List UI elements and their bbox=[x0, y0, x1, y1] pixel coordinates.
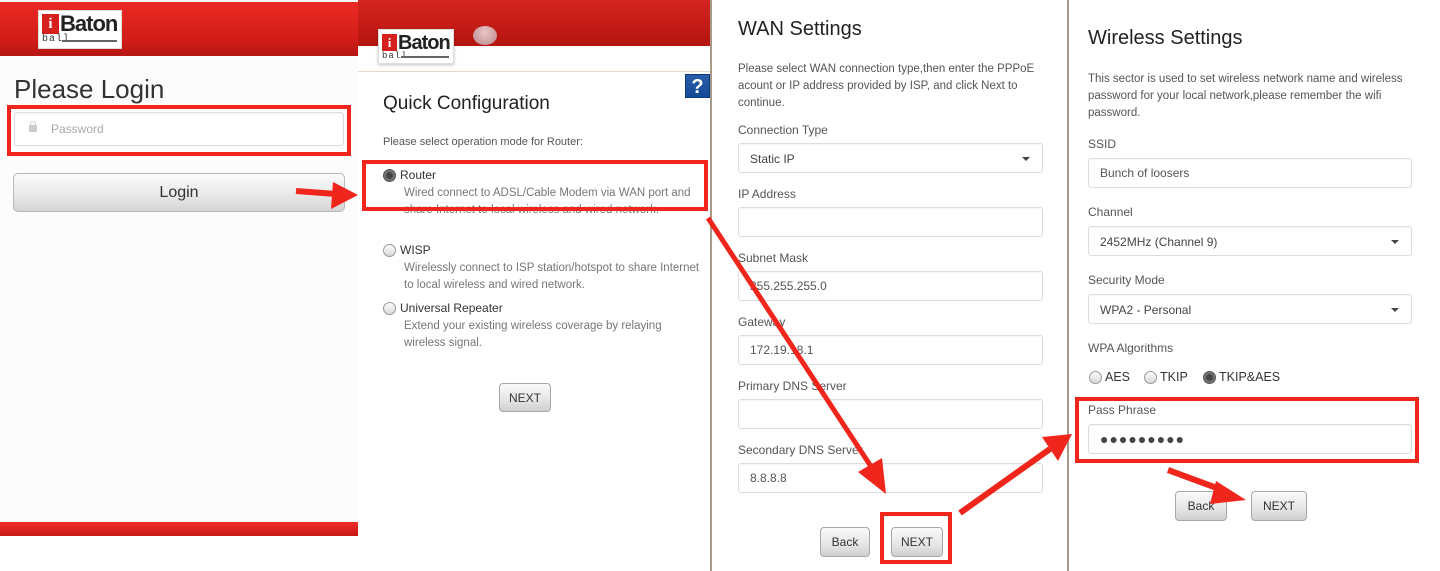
gateway-input[interactable] bbox=[738, 335, 1043, 365]
mode-description: Wirelessly connect to ISP station/hotspo… bbox=[404, 262, 700, 291]
back-button[interactable]: Back bbox=[1175, 491, 1227, 521]
mode-label: Router bbox=[400, 168, 437, 182]
connection-type-label: Connection Type bbox=[738, 123, 828, 137]
quick-configuration-panel: i Baton ball ? Quick Configuration Pleas… bbox=[358, 0, 712, 571]
ip-address-input[interactable] bbox=[738, 207, 1043, 237]
ssid-input[interactable] bbox=[1088, 158, 1412, 188]
footer-bar bbox=[0, 522, 358, 536]
subnet-mask-label: Subnet Mask bbox=[738, 251, 809, 265]
back-button[interactable]: Back bbox=[820, 527, 870, 557]
page-description: Please select WAN connection type,then e… bbox=[738, 63, 1035, 109]
primary-dns-label: Primary DNS Server bbox=[738, 379, 847, 393]
radio-universal-repeater[interactable] bbox=[383, 302, 396, 315]
security-mode-label: Security Mode bbox=[1088, 273, 1165, 287]
login-panel: i Baton ball Please Login Login bbox=[0, 0, 358, 571]
mode-label: Universal Repeater bbox=[400, 301, 503, 315]
channel-label: Channel bbox=[1088, 205, 1133, 219]
wireless-settings-panel: Wireless Settings This sector is used to… bbox=[1069, 0, 1440, 571]
page-title: Quick Configuration bbox=[383, 93, 550, 114]
gateway-label: Gateway bbox=[738, 315, 786, 329]
mode-description: Wired connect to ADSL/Cable Modem via WA… bbox=[404, 187, 691, 216]
algorithm-label: AES bbox=[1105, 370, 1131, 384]
radio-tkip-aes[interactable] bbox=[1203, 371, 1216, 384]
header-knob-icon bbox=[473, 26, 497, 45]
wpa-algorithms-label: WPA Algorithms bbox=[1088, 341, 1174, 355]
logo-i-mark: i bbox=[382, 34, 397, 51]
radio-aes[interactable] bbox=[1089, 371, 1102, 384]
selected-value: Static IP bbox=[750, 152, 795, 166]
caret-down-icon bbox=[1022, 157, 1030, 161]
next-button[interactable]: NEXT bbox=[891, 527, 943, 557]
page-description: This sector is used to set wireless netw… bbox=[1088, 73, 1403, 119]
lock-icon bbox=[29, 121, 37, 132]
next-button[interactable]: NEXT bbox=[1251, 491, 1307, 521]
ssid-label: SSID bbox=[1088, 137, 1117, 151]
radio-wisp[interactable] bbox=[383, 244, 396, 257]
login-button[interactable]: Login bbox=[13, 173, 345, 212]
page-bottom bbox=[0, 536, 358, 571]
ip-address-label: IP Address bbox=[738, 187, 796, 201]
mode-label: WISP bbox=[400, 243, 431, 257]
wan-settings-panel: WAN Settings Please select WAN connectio… bbox=[712, 0, 1069, 571]
caret-down-icon bbox=[1391, 240, 1399, 244]
selected-value: WPA2 - Personal bbox=[1100, 303, 1192, 317]
subnet-mask-input[interactable] bbox=[738, 271, 1043, 301]
logo-tagline bbox=[401, 56, 449, 58]
iball-baton-logo: i Baton ball bbox=[378, 29, 454, 64]
page-title: Wireless Settings bbox=[1088, 27, 1243, 49]
primary-dns-input[interactable] bbox=[738, 399, 1043, 429]
radio-tkip[interactable] bbox=[1144, 371, 1157, 384]
caret-down-icon bbox=[1391, 308, 1399, 312]
pass-phrase-label: Pass Phrase bbox=[1088, 403, 1157, 417]
mode-prompt: Please select operation mode for Router: bbox=[383, 136, 583, 148]
mode-description: Extend your existing wireless coverage b… bbox=[404, 320, 662, 349]
connection-type-select[interactable]: Static IP bbox=[738, 143, 1043, 173]
secondary-dns-label: Secondary DNS Server bbox=[738, 443, 863, 457]
radio-router[interactable] bbox=[383, 169, 396, 182]
logo-i-mark: i bbox=[42, 14, 59, 34]
next-button[interactable]: NEXT bbox=[499, 383, 551, 412]
logo-name: Baton bbox=[60, 11, 118, 36]
pass-phrase-input[interactable]: ●●●●●●●●● bbox=[1088, 424, 1412, 454]
algorithm-label: TKIP&AES bbox=[1219, 370, 1281, 384]
security-mode-select[interactable]: WPA2 - Personal bbox=[1088, 294, 1412, 324]
logo-tagline bbox=[62, 40, 117, 42]
password-input[interactable] bbox=[51, 113, 331, 145]
channel-select[interactable]: 2452MHz (Channel 9) bbox=[1088, 226, 1412, 256]
page-title: Please Login bbox=[14, 74, 165, 104]
algorithm-label: TKIP bbox=[1160, 370, 1188, 384]
help-icon[interactable]: ? bbox=[685, 74, 710, 98]
page-title: WAN Settings bbox=[738, 18, 862, 40]
secondary-dns-input[interactable] bbox=[738, 463, 1043, 493]
iball-baton-logo: i Baton ball bbox=[38, 10, 122, 49]
selected-value: 2452MHz (Channel 9) bbox=[1100, 235, 1218, 249]
password-field[interactable] bbox=[14, 112, 344, 146]
